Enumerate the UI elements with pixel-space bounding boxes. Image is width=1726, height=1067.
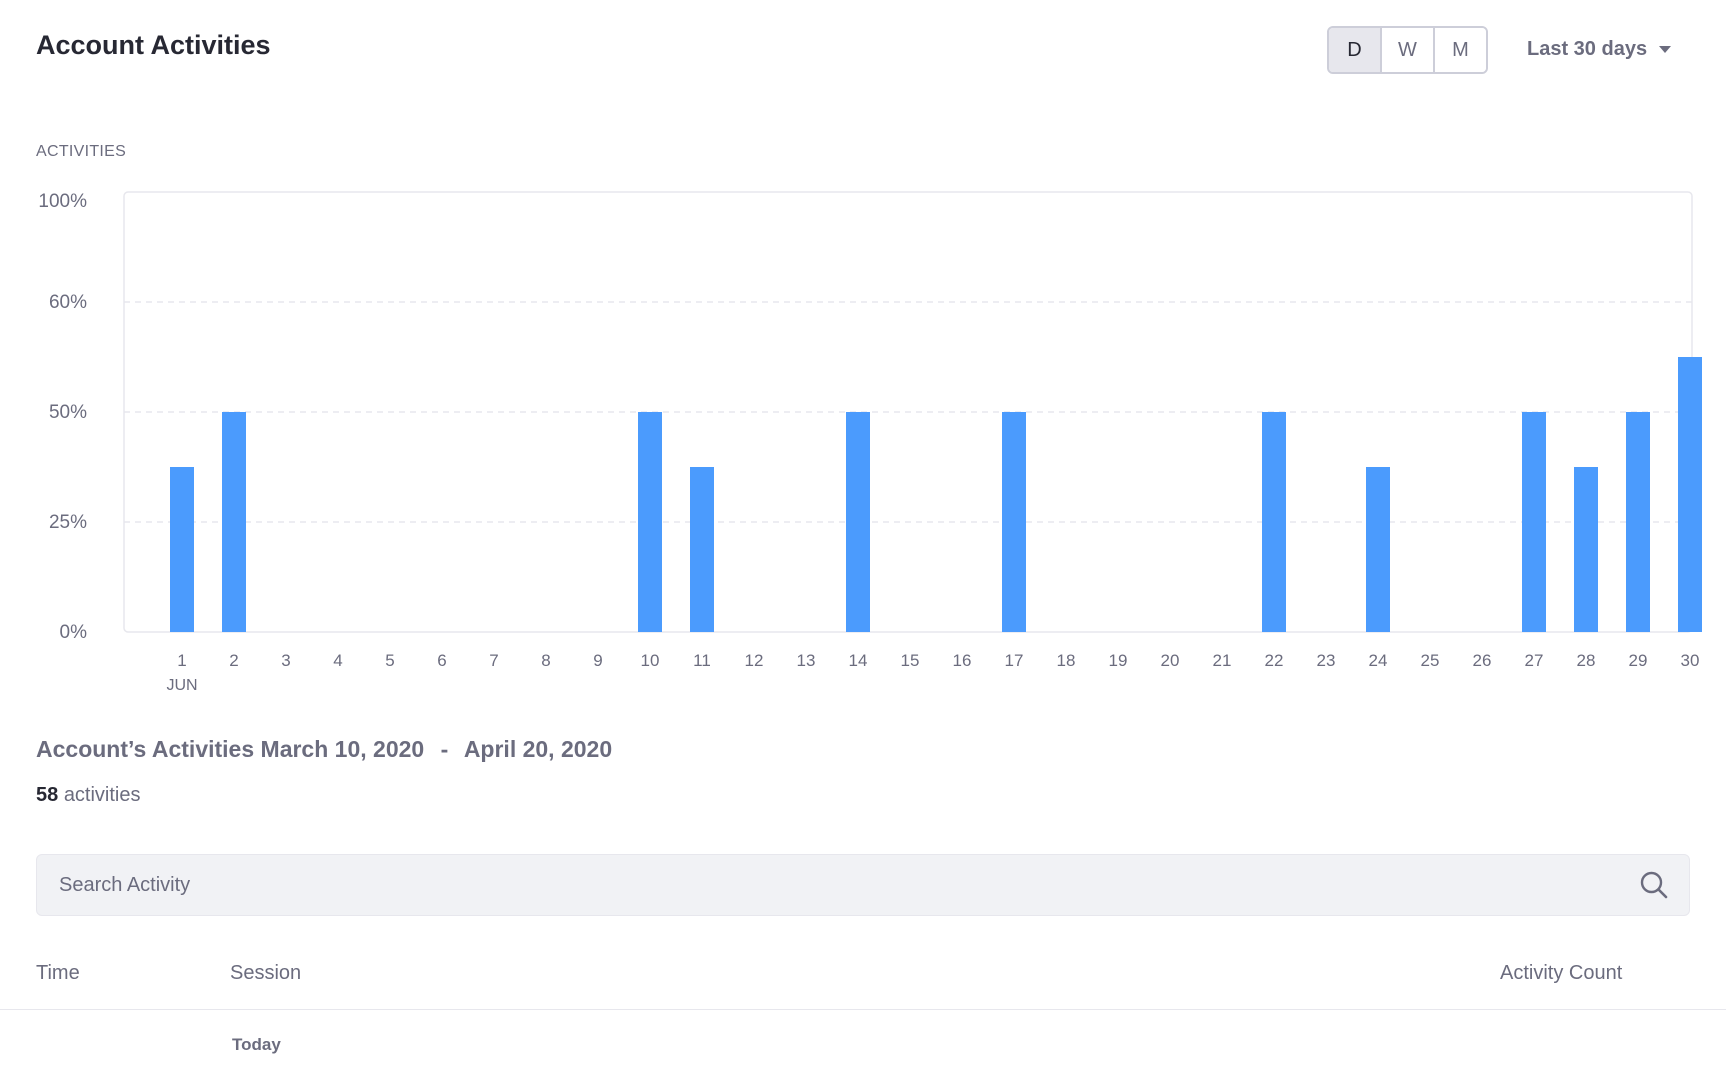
period-week-button[interactable]: W xyxy=(1382,28,1435,72)
chart-bar xyxy=(846,412,870,632)
chart-x-tick-label: 22 xyxy=(1265,651,1284,670)
caret-down-icon xyxy=(1659,46,1672,53)
chart-x-tick-label: 23 xyxy=(1317,651,1336,670)
period-day-button[interactable]: D xyxy=(1329,28,1382,72)
chart-x-tick-label: 5 xyxy=(385,651,394,670)
chart-bar xyxy=(1522,412,1546,632)
chart-x-tick-label: 28 xyxy=(1577,651,1596,670)
chart-x-tick-label: 13 xyxy=(797,651,816,670)
search-bar xyxy=(36,854,1690,916)
chart-x-tick-label: 8 xyxy=(541,651,550,670)
search-icon[interactable] xyxy=(1639,870,1669,900)
summary-date-to: April 20, 2020 xyxy=(463,736,613,762)
table-header-divider xyxy=(0,1009,1726,1010)
chart-x-tick-label: 9 xyxy=(593,651,602,670)
chart-x-tick-label: 16 xyxy=(953,651,972,670)
period-month-button[interactable]: M xyxy=(1435,28,1486,72)
activity-count-label: activities xyxy=(63,784,141,806)
chart-x-tick-label: 11 xyxy=(693,651,711,670)
chart-x-tick-label: 17 xyxy=(1005,651,1024,670)
chart-y-tick-label: 0% xyxy=(60,622,88,643)
chart-bar xyxy=(1678,357,1702,632)
chart-bar xyxy=(690,467,714,632)
table-group-label: Today xyxy=(232,1035,281,1054)
chart-x-tick-label: 10 xyxy=(641,651,660,670)
column-header-session[interactable]: Session xyxy=(230,962,301,985)
chart-x-tick-label: 1 xyxy=(177,651,186,670)
chart-x-tick-label: 7 xyxy=(489,651,498,670)
chart-x-tick-label: 12 xyxy=(745,651,764,670)
chart-x-tick-label: 19 xyxy=(1109,651,1128,670)
activity-count-number: 58 xyxy=(36,784,59,806)
chart-x-tick-label: 14 xyxy=(849,651,868,670)
chart-bar xyxy=(222,412,246,632)
date-range-label: Last 30 days xyxy=(1527,38,1648,60)
chart-x-tick-label: 27 xyxy=(1525,651,1544,670)
chart-x-tick-label: 24 xyxy=(1369,651,1388,670)
chart-x-tick-label: 20 xyxy=(1161,651,1180,670)
chart-x-tick-label: 21 xyxy=(1213,651,1232,670)
period-toggle: D W M xyxy=(1327,26,1488,74)
chart-bar xyxy=(1626,412,1650,632)
chart-bar xyxy=(1002,412,1026,632)
chart-bar xyxy=(1574,467,1598,632)
search-input[interactable] xyxy=(59,855,1609,915)
chart-bar xyxy=(1366,467,1390,632)
chart-bar xyxy=(1262,412,1286,632)
chart-y-tick-label: 50% xyxy=(49,402,87,423)
chart-y-tick-label: 60% xyxy=(49,292,87,313)
date-range-dropdown[interactable]: Last 30 days xyxy=(1527,38,1672,61)
chart-x-tick-label: 30 xyxy=(1681,651,1700,670)
chart-x-tick-label: 6 xyxy=(437,651,446,670)
summary-date-separator: - xyxy=(440,736,449,762)
summary-title-prefix: Account’s Activities xyxy=(36,736,255,762)
chart-x-tick-label: 3 xyxy=(281,651,290,670)
chart-section-label: ACTIVITIES xyxy=(36,143,127,160)
summary-date-from: March 10, 2020 xyxy=(260,736,425,762)
summary-title: Account’s Activities March 10, 2020 - Ap… xyxy=(36,736,612,763)
page-title: Account Activities xyxy=(36,30,271,60)
chart-y-tick-label: 100% xyxy=(38,191,87,212)
chart-x-tick-label: 4 xyxy=(333,651,342,670)
chart-bar xyxy=(638,412,662,632)
chart-x-tick-label: 18 xyxy=(1057,651,1076,670)
chart-x-sublabel: JUN xyxy=(166,677,197,694)
column-header-activity-count[interactable]: Activity Count xyxy=(1500,962,1622,985)
activities-bar-chart: 0%25%50%60%100%1 2 3 4 5 6 7 8 9 10 11 12 13 14 15 16 17… xyxy=(38,191,1702,694)
chart-bar xyxy=(170,467,194,632)
chart-y-tick-label: 25% xyxy=(49,512,87,533)
chart-x-tick-label: 26 xyxy=(1473,651,1492,670)
chart-x-tick-label: 2 xyxy=(229,651,238,670)
activity-count: 58 activities xyxy=(36,784,141,807)
chart-x-tick-label: 29 xyxy=(1629,651,1648,670)
chart-x-tick-label: 25 xyxy=(1421,651,1440,670)
column-header-time[interactable]: Time xyxy=(36,962,80,985)
chart-x-tick-label: 15 xyxy=(901,651,920,670)
